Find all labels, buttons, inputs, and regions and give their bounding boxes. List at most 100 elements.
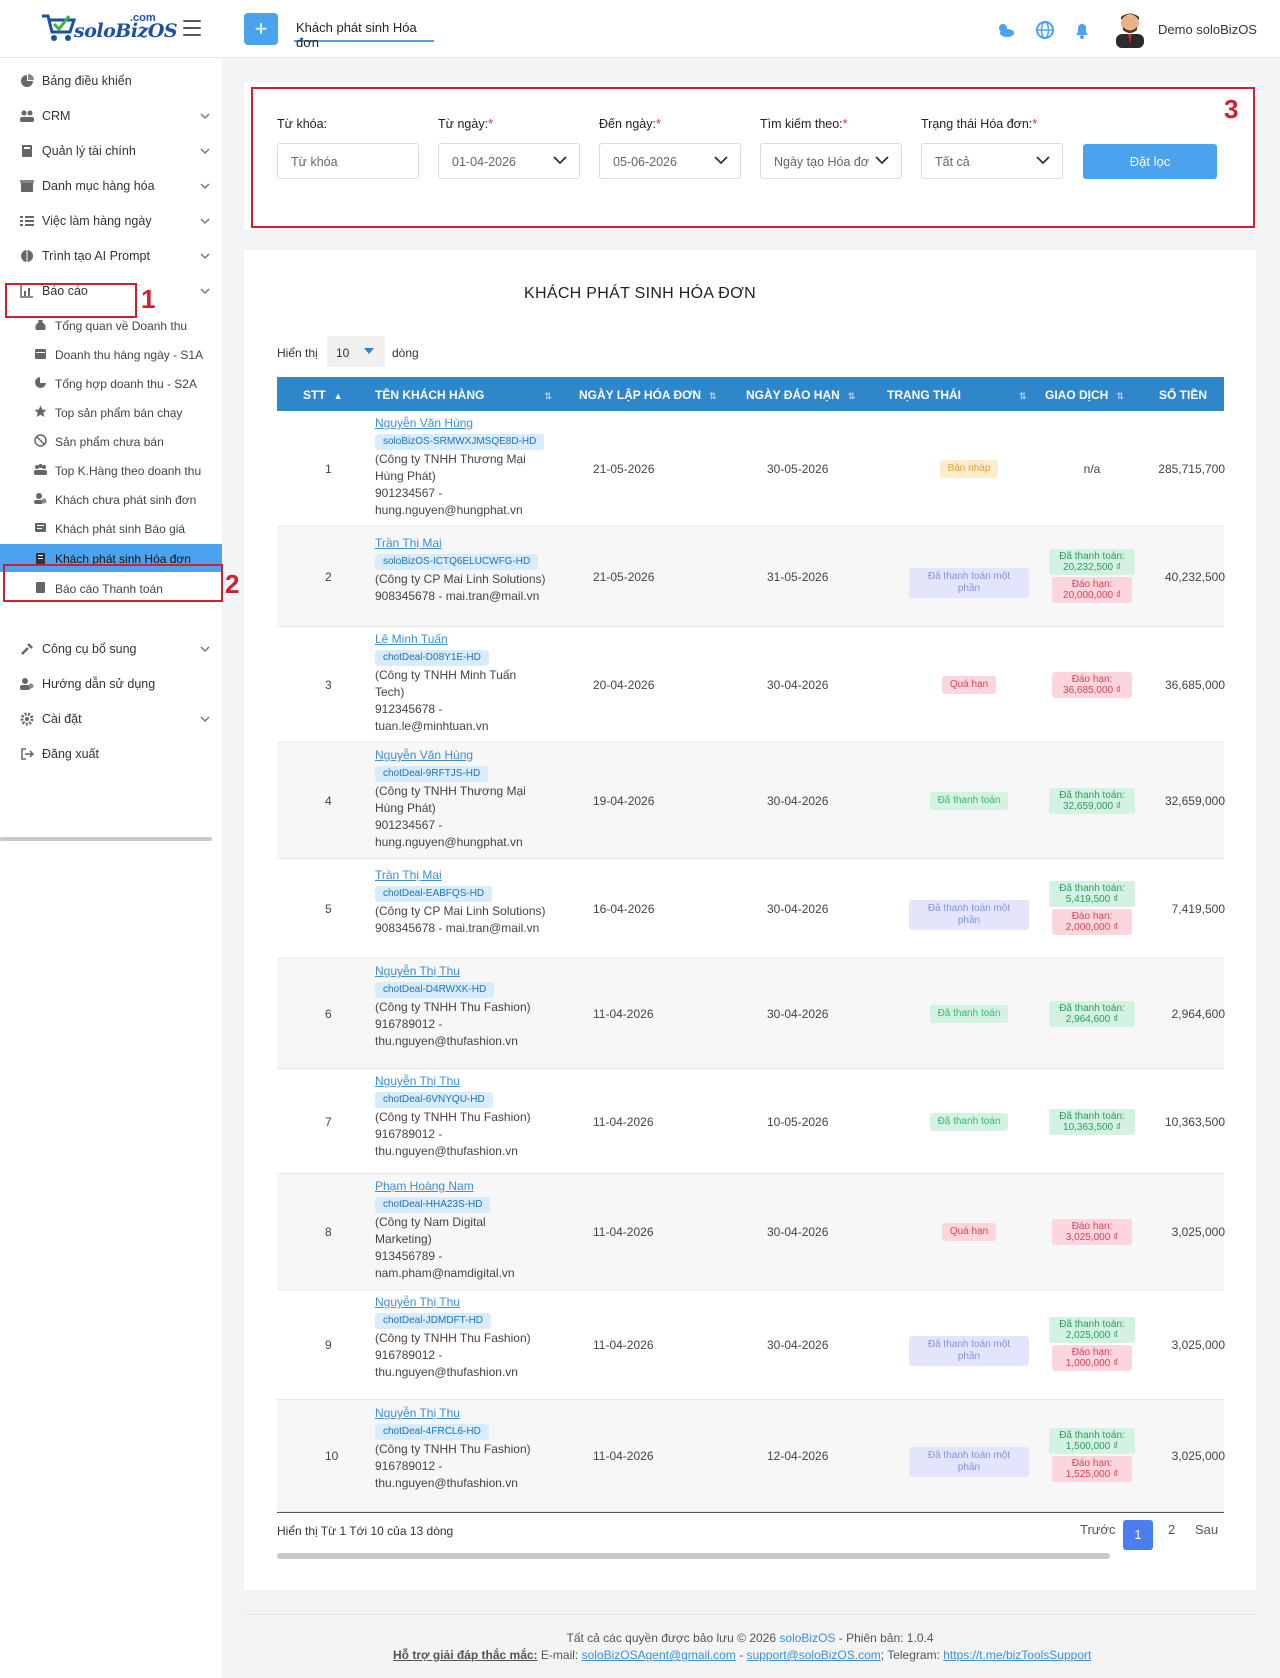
pager-prev[interactable]: Trước: [1080, 1522, 1116, 1537]
sidebar-sub-label: Sản phẩm chưa bán: [55, 435, 164, 449]
col-amount[interactable]: SỐ TIỀN: [1159, 388, 1207, 402]
user-name[interactable]: Demo soloBizOS: [1158, 22, 1257, 37]
invoice-code-badge[interactable]: chotDeal-4FRCL6-HD: [375, 1424, 489, 1440]
col-due-date[interactable]: NGÀY ĐÁO HẠN ⇅: [746, 388, 855, 402]
sidebar-item-daily-tasks[interactable]: Việc làm hàng ngày: [0, 206, 222, 236]
row-amount: 10,363,500: [1164, 1115, 1225, 1129]
customer-name-link[interactable]: Nguyễn Thị Thu: [375, 1074, 460, 1088]
apply-filter-button[interactable]: Đặt lọc: [1083, 144, 1217, 179]
sidebar-item-ai-prompt[interactable]: Trình tạo AI Prompt: [0, 241, 222, 271]
search-by-label: Tìm kiếm theo:*: [760, 117, 848, 131]
customer-name-link[interactable]: Trần Thị Mai: [375, 868, 442, 882]
menu-toggle-icon[interactable]: [183, 20, 201, 36]
to-date-select[interactable]: 05-06-2026: [599, 143, 741, 179]
row-due-date: 30-04-2026: [767, 678, 829, 692]
row-transactions: Đáo hạn: 36,685,000 ₫: [1047, 670, 1137, 700]
invoice-code-badge[interactable]: chotDeal-D08Y1E-HD: [375, 650, 489, 666]
sidebar-sub-daily-revenue[interactable]: Doanh thu hàng ngày - S1A: [0, 341, 222, 367]
invoice-code-badge[interactable]: soloBizOS-SRMWXJMSQE8D-HD: [375, 434, 545, 450]
search-by-select[interactable]: Ngày tạo Hóa đơ: [760, 143, 902, 179]
sidebar-item-dashboard[interactable]: Bảng điều khiển: [0, 66, 222, 96]
sidebar-item-label: Cài đặt: [42, 712, 82, 726]
row-transactions: Đã thanh toán: 5,419,500 ₫ Đáo hạn: 2,000,0…: [1047, 879, 1137, 937]
table-horizontal-scrollbar[interactable]: [277, 1553, 1110, 1559]
support-email-2-link[interactable]: support@soloBizOS.com: [747, 1648, 881, 1662]
customer-name-link[interactable]: Nguyễn Văn Hùng: [375, 416, 473, 430]
invoice-code-badge[interactable]: chotDeal-EABFQS-HD: [375, 886, 493, 902]
row-transactions: Đã thanh toán: 20,232,500 ₫ Đáo hạn: 20,000…: [1047, 547, 1137, 605]
invoice-code-badge[interactable]: chotDeal-9RFTJS-HD: [375, 766, 489, 782]
from-date-label: Từ ngày:*: [438, 117, 493, 131]
col-transaction[interactable]: GIAO DỊCH ⇅: [1045, 388, 1124, 402]
customer-info-line: thu.nguyen@thufashion.vn: [375, 1034, 518, 1048]
pager-page-2[interactable]: 2: [1168, 1522, 1175, 1537]
tab-current-page[interactable]: Khách phát sinh Hóa đơn: [294, 20, 434, 50]
annotation-number-3: 3: [1224, 94, 1239, 124]
avatar[interactable]: [1112, 8, 1148, 48]
sidebar-sub-label: Top sản phẩm bán chạy: [55, 406, 183, 420]
invoice-code-badge[interactable]: chotDeal-6VNYQU-HD: [375, 1092, 493, 1108]
invoice-code-badge[interactable]: chotDeal-D4RWXK-HD: [375, 982, 495, 998]
page-size-value: 10: [336, 346, 350, 360]
customer-name-link[interactable]: Nguyễn Văn Hùng: [375, 748, 473, 762]
row-customer: Nguyễn Văn Hùng chotDeal-9RFTJS-HD (Công t…: [375, 747, 550, 851]
sidebar-sub-no-order-customers[interactable]: Khách chưa phát sinh đơn: [0, 486, 222, 512]
col-status[interactable]: TRẠNG THÁI ⇅: [887, 388, 1027, 402]
brand-logo[interactable]: .com soloBizOS: [38, 8, 178, 44]
sidebar-item-products[interactable]: Danh mục hàng hóa: [0, 171, 222, 201]
customer-name-link[interactable]: Nguyễn Thị Thu: [375, 1406, 460, 1420]
sidebar-item-crm[interactable]: CRM: [0, 101, 222, 131]
row-transactions: Đã thanh toán: 32,659,000 ₫: [1047, 786, 1137, 816]
customer-name-link[interactable]: Nguyễn Thị Thu: [375, 1295, 460, 1309]
row-amount: 3,025,000: [1171, 1225, 1225, 1239]
sidebar-sub-label: Khách chưa phát sinh đơn: [55, 493, 197, 507]
sidebar-item-settings[interactable]: Cài đặt: [0, 704, 222, 734]
invoice-code-badge[interactable]: chotDeal-HHA23S-HD: [375, 1197, 491, 1213]
col-stt[interactable]: STT ▲: [303, 388, 343, 402]
footer-brand-link[interactable]: soloBizOS: [779, 1631, 835, 1645]
invoice-code-badge[interactable]: chotDeal-JDMDFT-HD: [375, 1313, 492, 1329]
customer-name-link[interactable]: Lê Minh Tuấn: [375, 632, 448, 646]
telegram-link[interactable]: https://t.me/bizToolsSupport: [943, 1648, 1091, 1662]
sidebar-sub-quote-customers[interactable]: Khách phát sinh Báo giá: [0, 515, 222, 541]
col-invoice-date[interactable]: NGÀY LẬP HÓA ĐƠN ⇅: [579, 388, 717, 402]
row-invoice-date: 11-04-2026: [593, 1007, 654, 1021]
customer-info-line: (Công ty TNHH Thương Mại: [375, 452, 526, 466]
page-size-select[interactable]: 10: [327, 336, 385, 367]
sidebar-sub-unsold-products[interactable]: Sản phẩm chưa bán: [0, 428, 222, 454]
customer-name-link[interactable]: Nguyễn Thị Thu: [375, 964, 460, 978]
col-customer-name[interactable]: TÊN KHÁCH HÀNG ⇅: [375, 388, 552, 402]
sidebar-item-finance[interactable]: Quản lý tài chính: [0, 136, 222, 166]
sidebar-item-label: Hướng dẫn sử dụng: [42, 677, 156, 691]
pager-page-1[interactable]: 1: [1123, 1520, 1153, 1550]
customer-info-line: (Công ty TNHH Thu Fashion): [375, 1331, 531, 1345]
customer-info-line: 916789012 -: [375, 1348, 443, 1362]
dashboard-icon: [21, 74, 34, 87]
customer-info-line: Hùng Phát): [375, 469, 436, 483]
notification-bell-icon[interactable]: [1072, 20, 1092, 40]
sidebar-sub-top-products[interactable]: Top sản phẩm bán chạy: [0, 399, 222, 425]
sidebar-item-tools[interactable]: Công cụ bổ sung: [0, 634, 222, 664]
sidebar-sub-revenue-summary[interactable]: Tổng hợp doanh thu - S2A: [0, 370, 222, 396]
support-email-1-link[interactable]: soloBizOSAgent@gmail.com: [582, 1648, 736, 1662]
from-date-select[interactable]: 01-04-2026: [438, 143, 580, 179]
invoice-code-badge[interactable]: soloBizOS-ICTQ6ELUCWFG-HD: [375, 554, 539, 570]
add-new-button[interactable]: +: [244, 13, 278, 45]
weather-icon[interactable]: [995, 20, 1015, 40]
customer-name-link[interactable]: Phạm Hoàng Nam: [375, 1179, 474, 1193]
table-row: 4 Nguyễn Văn Hùng chotDeal-9RFTJS-HD (Công …: [277, 743, 1225, 859]
pager-next[interactable]: Sau: [1195, 1522, 1218, 1537]
table-row: 9 Nguyễn Thị Thu chotDeal-JDMDFT-HD (Công t…: [277, 1290, 1225, 1400]
language-globe-icon[interactable]: [1035, 20, 1055, 40]
customer-name-link[interactable]: Trần Thị Mai: [375, 536, 442, 550]
sidebar-item-label: Công cụ bổ sung: [42, 642, 137, 656]
sidebar-item-guide[interactable]: Hướng dẫn sử dụng: [0, 669, 222, 699]
sidebar-scrollbar[interactable]: [0, 837, 212, 841]
finance-icon: [22, 145, 32, 157]
settings-icon: [20, 712, 34, 726]
sidebar-item-logout[interactable]: Đăng xuất: [0, 739, 222, 769]
status-badge: Đã thanh toán: [929, 792, 1009, 810]
keyword-input[interactable]: Từ khóa: [277, 143, 419, 179]
invoice-status-select[interactable]: Tất cả: [921, 143, 1063, 179]
sidebar-sub-top-customers[interactable]: Top K.Hàng theo doanh thu: [0, 457, 222, 483]
